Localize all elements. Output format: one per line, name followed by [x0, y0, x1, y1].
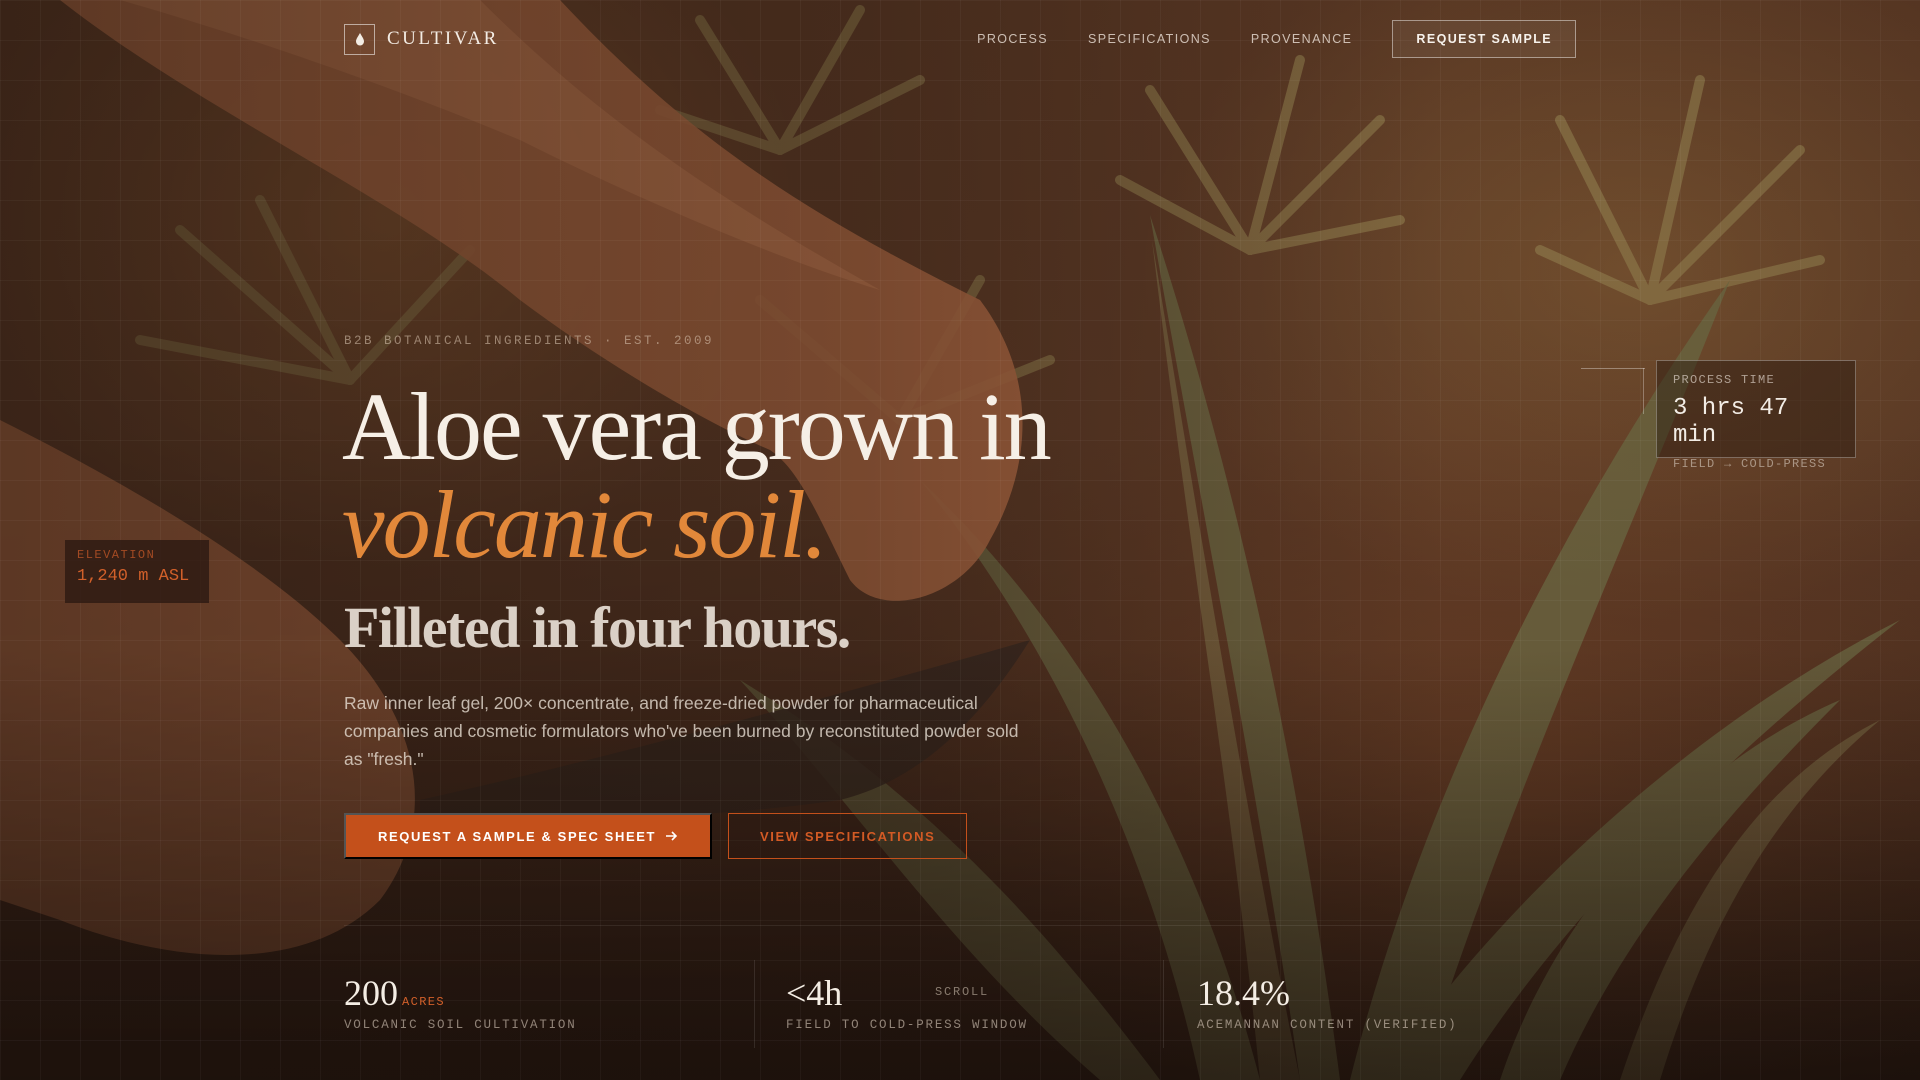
hero-cta-row: REQUEST A SAMPLE & SPEC SHEET VIEW SPECI… [344, 813, 968, 859]
scroll-hint[interactable]: SCROLL [935, 985, 989, 999]
hero-subhead: Filleted in four hours. [344, 595, 851, 660]
stat-value: 18.4% [1197, 973, 1290, 1013]
drop-icon [344, 23, 375, 55]
hero-description: Raw inner leaf gel, 200× concentrate, an… [344, 693, 1019, 769]
stat-label: FIELD TO COLD-PRESS WINDOW [786, 1018, 1028, 1032]
stat-unit: ACRES [402, 995, 446, 1009]
top-nav: CULTIVAR PROCESS SPECIFICATIONS PROVENAN… [344, 20, 1576, 58]
process-time-tag: PROCESS TIME 3 hrs 47 min FIELD → COLD-P… [1656, 360, 1856, 471]
brand-name: CULTIVAR [387, 28, 499, 49]
stat-separator [754, 960, 755, 1048]
arrow-right-icon [666, 829, 678, 844]
process-connector-line [1581, 368, 1645, 369]
headline-line-2: volcanic soil. [342, 471, 828, 578]
primary-cta-label: REQUEST A SAMPLE & SPEC SHEET [378, 828, 657, 844]
stat-value: 200 [344, 973, 398, 1013]
stat-separator [1163, 960, 1164, 1048]
hero-headline: Aloe vera grown in volcanic soil. [342, 378, 1052, 578]
brand-logo[interactable]: CULTIVAR [344, 23, 499, 55]
nav-link-specifications[interactable]: SPECIFICATIONS [1088, 32, 1211, 46]
elevation-tag: ELEVATION 1,240 m ASL [65, 540, 209, 603]
request-sample-spec-sheet-button[interactable]: REQUEST A SAMPLE & SPEC SHEET [344, 813, 713, 859]
stat-acemannan: 18.4% ACEMANNAN CONTENT (VERIFIED) [1197, 972, 1457, 1032]
nav-link-provenance[interactable]: PROVENANCE [1251, 32, 1353, 46]
elevation-value: 1,240 m ASL [77, 567, 190, 586]
view-specifications-button[interactable]: VIEW SPECIFICATIONS [728, 813, 968, 859]
stat-label: ACEMANNAN CONTENT (VERIFIED) [1197, 1018, 1458, 1032]
stats-divider [344, 925, 1576, 926]
request-sample-button[interactable]: REQUEST SAMPLE [1392, 20, 1576, 58]
elevation-label: ELEVATION [77, 548, 156, 562]
process-connector-tick [1643, 368, 1644, 414]
stat-value: <4h [786, 973, 843, 1013]
hero-eyebrow: B2B BOTANICAL INGREDIENTS · EST. 2009 [344, 334, 715, 348]
stat-window: <4h FIELD TO COLD-PRESS WINDOW [786, 972, 1028, 1032]
stat-label: VOLCANIC SOIL CULTIVATION [344, 1018, 577, 1032]
process-time-sub: FIELD → COLD-PRESS [1673, 457, 1827, 471]
process-time-label: PROCESS TIME [1673, 373, 1776, 387]
headline-line-1: Aloe vera grown in [342, 373, 1052, 480]
nav-links: PROCESS SPECIFICATIONS PROVENANCE REQUES… [977, 20, 1576, 58]
stat-acres: 200 ACRES VOLCANIC SOIL CULTIVATION [344, 972, 577, 1032]
process-time-value: 3 hrs 47 min [1673, 395, 1789, 449]
nav-link-process[interactable]: PROCESS [977, 32, 1048, 46]
